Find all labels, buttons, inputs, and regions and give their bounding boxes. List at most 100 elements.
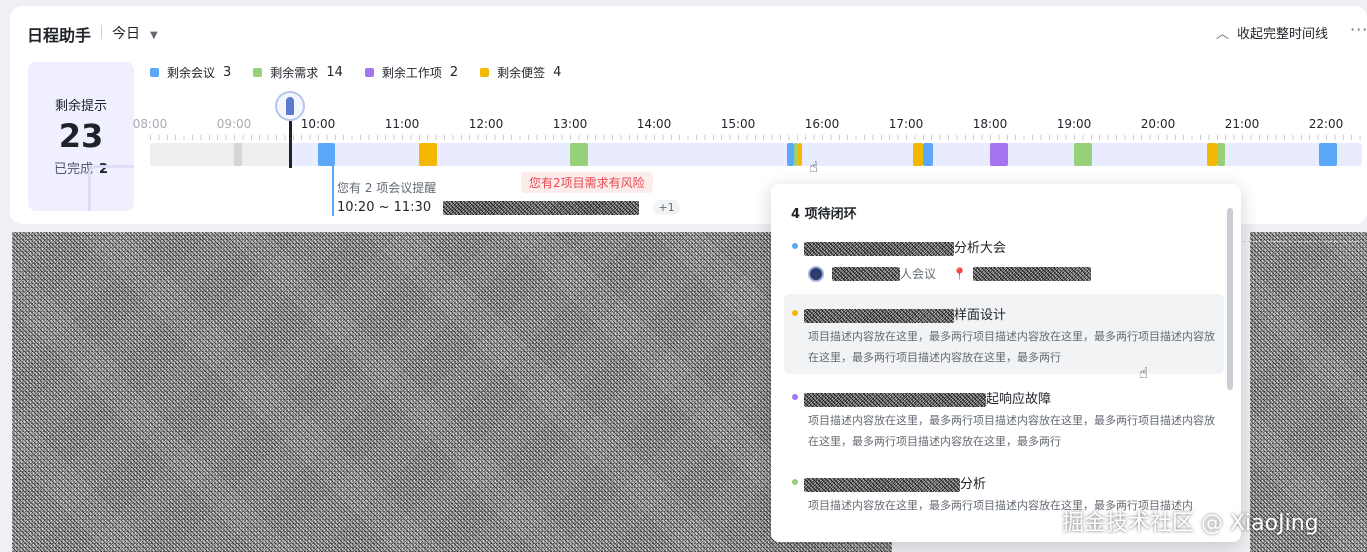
current-user-avatar[interactable] <box>275 91 305 121</box>
legend-label: 剩余工作项 <box>381 66 442 80</box>
pointer-cursor-icon: ☝ <box>809 158 819 176</box>
item-meta: 人会议 📍 <box>808 265 1091 282</box>
list-item[interactable]: 样面设计 项目描述内容放在这里，最多两行项目描述内容放在这里，最多两行项目描述内… <box>784 294 1224 374</box>
popover-title: 4 项待闭环 <box>791 207 857 222</box>
legend-label: 剩余会议 <box>167 66 216 80</box>
hour-label: 19:00 <box>1056 117 1092 131</box>
legend-swatch <box>150 68 159 77</box>
redacted-background <box>12 232 892 552</box>
redacted-text <box>804 241 954 256</box>
day-selector-label: 今日 <box>112 26 140 42</box>
watermark: 掘金技术社区 @ XiaoJing <box>1062 511 1319 536</box>
legend-item-work[interactable]: 剩余工作项 2 <box>364 64 459 81</box>
list-item[interactable]: 起响应故障 项目描述内容放在这里，最多两行项目描述内容放在这里，最多两行项目描述… <box>784 380 1224 458</box>
timeline-past-range <box>150 143 290 166</box>
day-selector[interactable]: 今日 ▼ <box>112 23 158 43</box>
redacted-text <box>972 266 1091 281</box>
timeline-event-meeting[interactable] <box>1319 143 1338 166</box>
reminder-indicator <box>332 166 334 216</box>
redacted-text <box>804 308 954 323</box>
hour-label: 08:00 <box>132 117 168 131</box>
timeline-event-note[interactable] <box>798 143 803 166</box>
item-title: 分析 <box>804 473 986 492</box>
location-pin-icon: 📍 <box>952 266 967 281</box>
redacted-background-right <box>1250 232 1367 552</box>
hour-label: 13:00 <box>552 117 588 131</box>
legend-item-note[interactable]: 剩余便签 4 <box>480 64 561 81</box>
item-title: 分析大会 <box>804 237 1006 256</box>
item-description: 项目描述内容放在这里，最多两行项目描述内容放在这里，最多两行项目描述内容放在这里… <box>808 414 1215 448</box>
current-time-marker[interactable] <box>289 121 292 168</box>
legend-swatch <box>364 68 374 77</box>
status-dot <box>792 243 798 249</box>
hour-label: 12:00 <box>468 117 504 131</box>
more-reminders-badge[interactable]: +1 <box>653 200 680 215</box>
meeting-reminder-text: 您有 2 项会议提醒 <box>337 181 437 195</box>
legend-count: 3 <box>223 65 232 80</box>
redacted-text <box>443 200 640 215</box>
hour-label: 18:00 <box>972 117 1008 131</box>
timeline-event-work[interactable] <box>990 143 1009 166</box>
hour-label: 14:00 <box>636 117 672 131</box>
item-description: 项目描述内容放在这里，最多两行项目描述内容放在这里，最多两行项目描述内容放在这里… <box>808 330 1215 364</box>
timeline-event-past[interactable] <box>234 143 243 166</box>
legend-label: 剩余便签 <box>497 66 546 80</box>
legend-label: 剩余需求 <box>270 66 319 80</box>
collapse-label: 收起完整时间线 <box>1237 27 1329 42</box>
remaining-label: 剩余提示 <box>54 99 107 114</box>
list-item[interactable]: 分析大会 人会议 📍 <box>784 230 1224 290</box>
hour-label: 22:00 <box>1308 117 1344 131</box>
item-title: 起响应故障 <box>804 388 1051 407</box>
risk-tag[interactable]: 您有2项目需求有风险 <box>521 172 653 193</box>
status-dot <box>792 479 798 485</box>
hour-label: 11:00 <box>384 117 420 131</box>
redacted-text <box>804 392 986 407</box>
reminder-time-range: 10:20 ~ 11:30 <box>337 200 432 215</box>
timeline-event-demand[interactable] <box>570 143 589 166</box>
timeline-event-note[interactable] <box>1207 143 1217 166</box>
card-title: 日程助手 <box>27 26 92 45</box>
hour-label: 16:00 <box>804 117 840 131</box>
status-dot <box>792 394 798 400</box>
scrollbar[interactable] <box>1227 208 1233 390</box>
timeline-ruler <box>150 135 1362 140</box>
timeline-event-meeting[interactable] <box>318 143 335 166</box>
timeline-event-note[interactable] <box>418 143 437 166</box>
status-dot <box>792 310 798 316</box>
hour-label: 15:00 <box>720 117 756 131</box>
legend-item-demand[interactable]: 剩余需求 14 <box>253 64 343 81</box>
timeline-event-note[interactable] <box>913 143 923 166</box>
redacted-text <box>832 266 900 281</box>
collapse-timeline-button[interactable]: ︿ 收起完整时间线 <box>1216 23 1328 42</box>
hour-label: 21:00 <box>1224 117 1260 131</box>
legend-swatch <box>480 68 490 77</box>
item-title: 样面设计 <box>804 304 1006 323</box>
legend-item-meeting[interactable]: 剩余会议 3 <box>150 64 231 81</box>
hour-label: 17:00 <box>888 117 924 131</box>
timeline-event-meeting[interactable] <box>922 143 933 166</box>
hour-label: 20:00 <box>1140 117 1176 131</box>
chevron-up-icon: ︿ <box>1216 27 1230 42</box>
legend-count: 4 <box>553 65 562 80</box>
remaining-summary: 剩余提示 23 已完成 2 <box>28 62 134 211</box>
timeline-event-meeting[interactable] <box>787 143 794 166</box>
meta-attendees: 人会议 <box>900 267 937 281</box>
redacted-text <box>804 477 960 492</box>
header-divider <box>101 25 102 39</box>
legend-count: 14 <box>326 65 343 80</box>
timeline-event-demand[interactable] <box>1216 143 1226 166</box>
legend-count: 2 <box>449 65 459 80</box>
caret-down-icon: ▼ <box>150 30 158 41</box>
hour-label: 10:00 <box>300 117 336 131</box>
hour-labels: 08:00 09:00 10:00 11:00 12:00 13:00 14:00 15:00… <box>10 117 1367 131</box>
legend: 剩余会议 3 剩余需求 14 剩余工作项 2 剩余便签 4 <box>150 64 583 81</box>
calendar-decor-icon <box>88 165 134 211</box>
legend-swatch <box>253 68 263 77</box>
person-icon <box>286 97 294 115</box>
timeline-event-demand[interactable] <box>1074 143 1093 166</box>
pending-items-popover: 4 项待闭环 分析大会 人会议 📍 样面设计 项目描述内容放在这里，最多两行项目… <box>771 184 1241 542</box>
hour-label: 09:00 <box>216 117 252 131</box>
avatar <box>808 265 824 282</box>
more-icon[interactable]: ··· <box>1350 20 1367 39</box>
meeting-reminder-time[interactable]: 10:20 ~ 11:30 +1 <box>337 200 680 215</box>
